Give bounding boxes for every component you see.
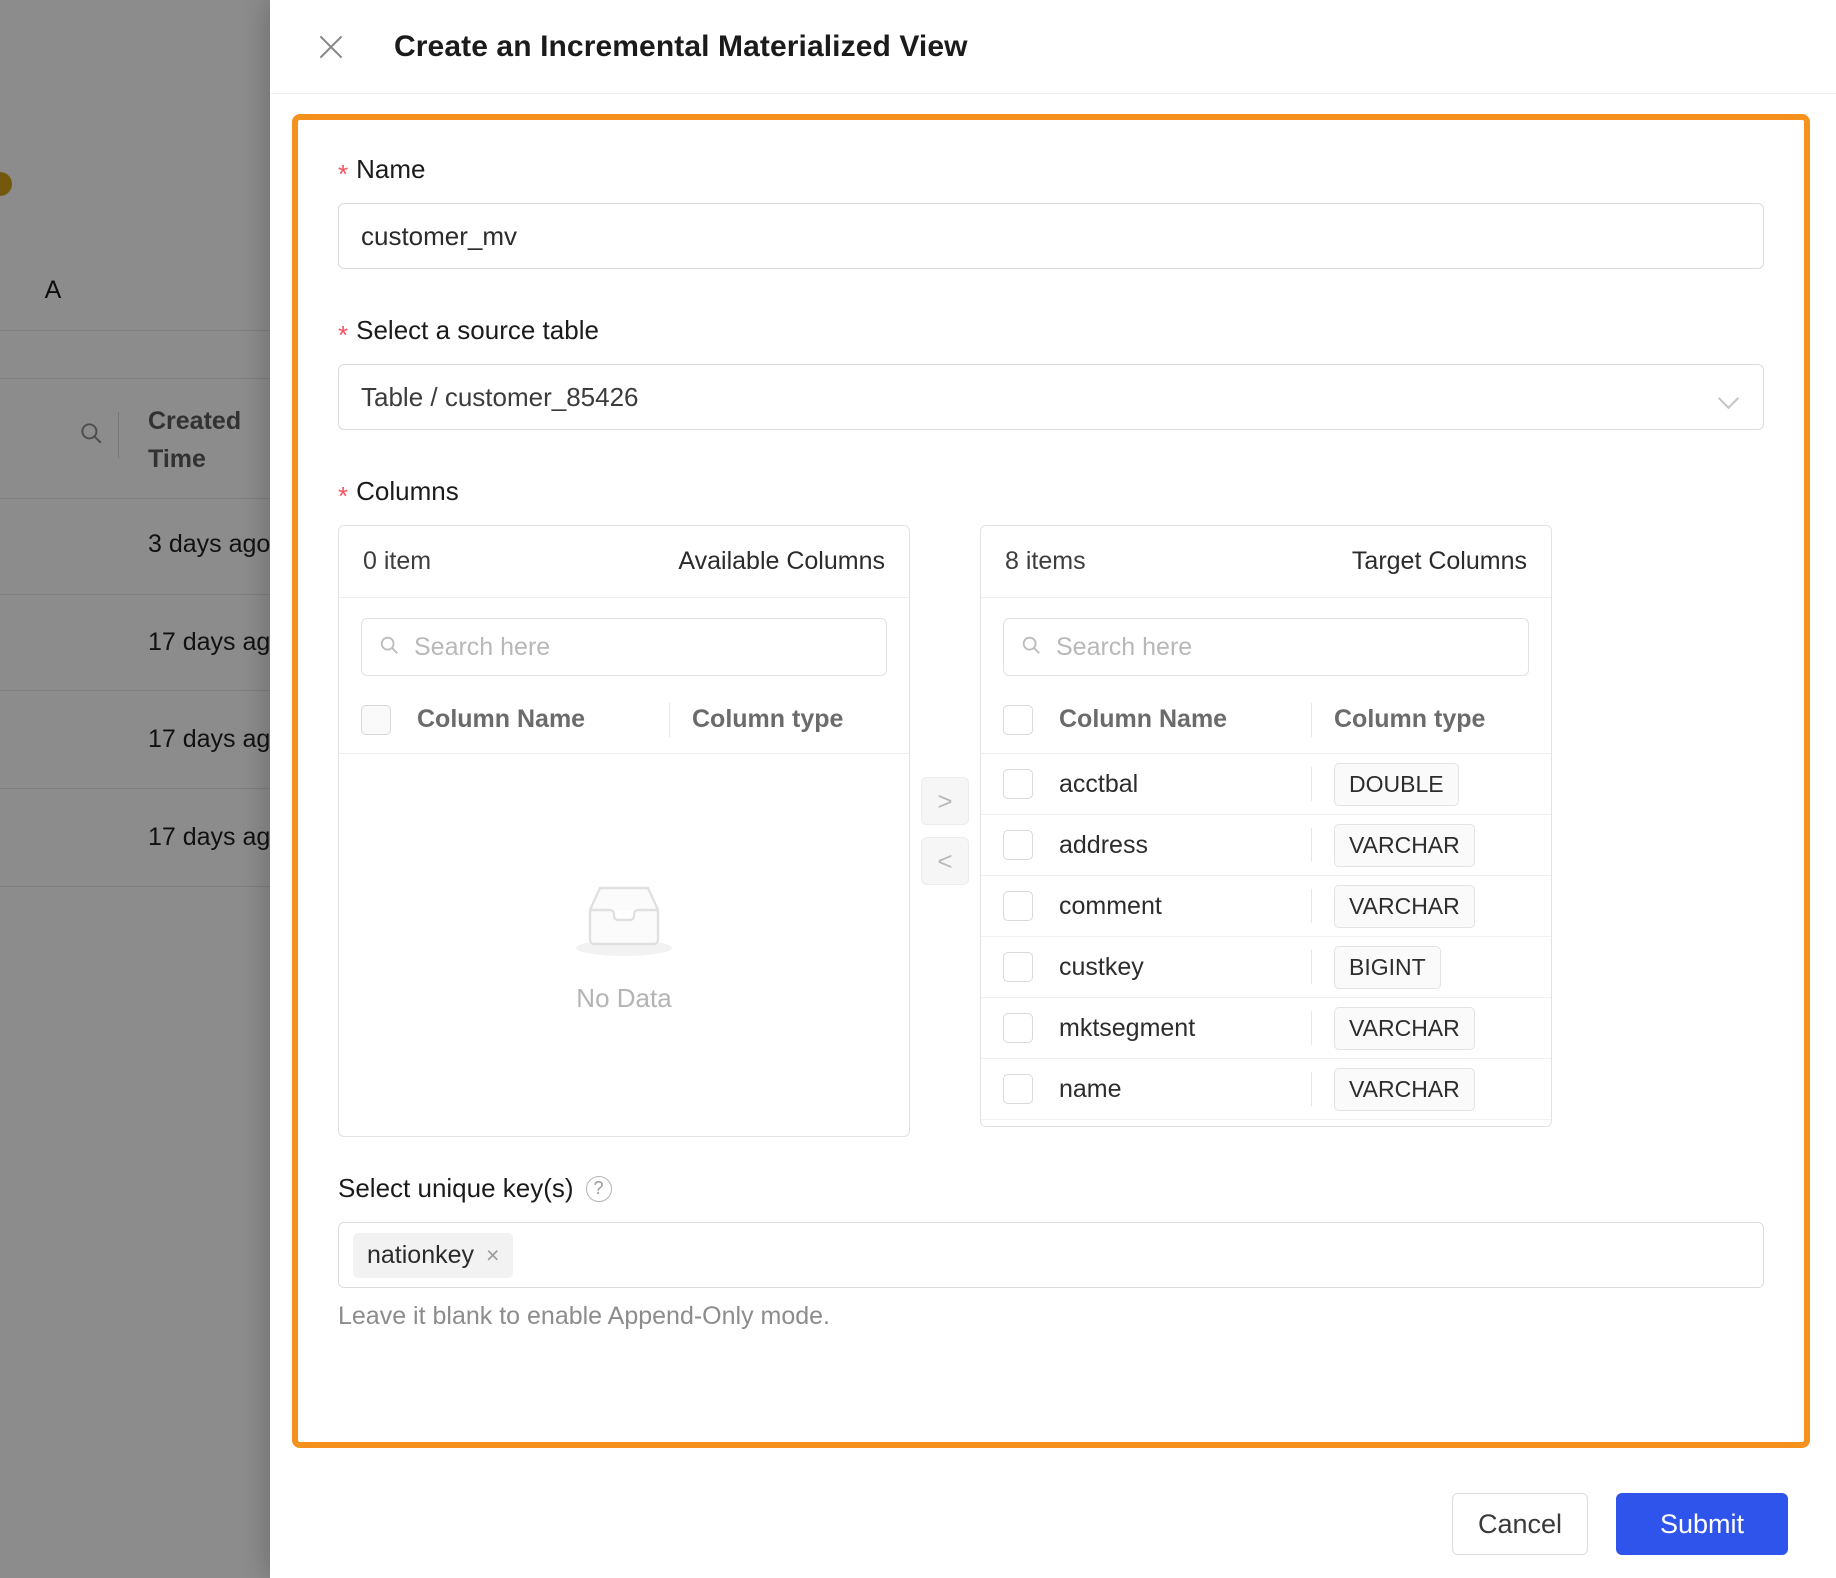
unique-keys-input[interactable]: nationkey × xyxy=(338,1222,1764,1288)
table-row[interactable]: custkey BIGINT xyxy=(981,937,1551,998)
target-columns-panel: 8 items Target Columns Search here Colum… xyxy=(980,525,1552,1127)
chevron-right-icon: > xyxy=(937,786,953,816)
column-name-cell: acctbal xyxy=(1059,769,1139,798)
available-count: 0 item xyxy=(363,547,432,575)
cancel-button[interactable]: Cancel xyxy=(1452,1493,1588,1555)
table-row[interactable]: acctbal DOUBLE xyxy=(981,754,1551,815)
required-asterisk: * xyxy=(338,159,349,189)
column-type-badge: BIGINT xyxy=(1334,945,1441,989)
search-icon xyxy=(378,634,400,661)
column-type-badge: VARCHAR xyxy=(1334,1067,1475,1111)
source-table-value: Table / customer_85426 xyxy=(361,381,639,412)
target-count: 8 items xyxy=(1005,547,1086,575)
available-search-input[interactable]: Search here xyxy=(361,618,887,676)
unique-keys-hint: Leave it blank to enable Append-Only mod… xyxy=(338,1302,831,1330)
unique-keys-label-text: Select unique key(s) xyxy=(338,1173,574,1203)
row-checkbox[interactable] xyxy=(1003,1013,1033,1043)
target-search-input[interactable]: Search here xyxy=(1003,618,1529,676)
name-label: * Name xyxy=(338,154,1764,189)
create-materialized-view-drawer: Create an Incremental Materialized View … xyxy=(270,0,1836,1578)
column-type-badge: VARCHAR xyxy=(1334,823,1475,867)
drawer-body: * Name customer_mv * Select a source tab… xyxy=(270,94,1836,1470)
unique-keys-label: Select unique key(s) ? xyxy=(338,1173,1764,1204)
unique-key-tag-label: nationkey xyxy=(367,1240,475,1269)
available-columns-panel: 0 item Available Columns Search here Col… xyxy=(338,525,910,1137)
close-icon[interactable]: × xyxy=(486,1242,499,1269)
target-title: Target Columns xyxy=(1351,547,1527,575)
drawer-footer: Cancel Submit xyxy=(270,1470,1836,1578)
columns-label: * Columns xyxy=(338,476,1764,511)
column-name-cell: custkey xyxy=(1059,952,1144,981)
target-search-placeholder: Search here xyxy=(1056,632,1193,661)
source-table-label-text: Select a source table xyxy=(356,315,599,345)
available-columns-header: 0 item Available Columns xyxy=(339,526,909,598)
available-select-all-checkbox[interactable] xyxy=(361,704,391,735)
move-to-available-button[interactable]: < xyxy=(921,837,969,885)
chevron-left-icon: < xyxy=(937,846,953,876)
question-circle-icon[interactable]: ? xyxy=(585,1175,612,1202)
available-search-placeholder: Search here xyxy=(414,632,551,661)
name-label-text: Name xyxy=(356,154,426,184)
unique-key-tag: nationkey × xyxy=(353,1232,514,1278)
target-header-type: Column type xyxy=(1334,705,1486,733)
table-row[interactable]: comment VARCHAR xyxy=(981,876,1551,937)
column-type-badge: VARCHAR xyxy=(1334,1006,1475,1050)
source-table-label: * Select a source table xyxy=(338,315,1764,350)
target-header-name: Column Name xyxy=(1059,705,1228,733)
drawer-header: Create an Incremental Materialized View xyxy=(270,0,1836,94)
required-asterisk: * xyxy=(338,481,349,511)
column-name-cell: comment xyxy=(1059,891,1162,920)
search-icon xyxy=(1020,634,1042,661)
row-checkbox[interactable] xyxy=(1003,769,1033,799)
columns-transfer: 0 item Available Columns Search here Col… xyxy=(338,525,1764,1137)
column-type-badge: DOUBLE xyxy=(1334,762,1459,806)
row-checkbox[interactable] xyxy=(1003,1074,1033,1104)
row-checkbox[interactable] xyxy=(1003,891,1033,921)
target-table-header: Column Name Column type xyxy=(981,686,1551,754)
materialized-view-form: * Name customer_mv * Select a source tab… xyxy=(298,120,1804,1442)
submit-button[interactable]: Submit xyxy=(1616,1493,1788,1555)
name-input[interactable]: customer_mv xyxy=(338,203,1764,269)
available-table-header: Column Name Column type xyxy=(339,686,909,754)
table-row[interactable]: address VARCHAR xyxy=(981,815,1551,876)
transfer-buttons: > < xyxy=(910,525,980,1137)
empty-inbox-icon xyxy=(570,876,678,965)
source-table-select[interactable]: Table / customer_85426 xyxy=(338,364,1764,430)
column-name-cell: address xyxy=(1059,830,1148,859)
available-empty-state: No Data xyxy=(339,754,909,1136)
column-type-badge: VARCHAR xyxy=(1334,884,1475,928)
columns-label-text: Columns xyxy=(356,476,459,506)
close-icon[interactable] xyxy=(314,30,348,64)
chevron-down-icon xyxy=(1721,391,1741,403)
available-header-name: Column Name xyxy=(417,705,586,733)
name-input-value: customer_mv xyxy=(361,220,518,251)
focus-highlight-ring: * Name customer_mv * Select a source tab… xyxy=(292,114,1810,1448)
available-title: Available Columns xyxy=(678,547,885,575)
available-header-type: Column type xyxy=(692,705,844,733)
target-columns-list[interactable]: acctbal DOUBLE address VARCHAR comment VARCHA… xyxy=(981,754,1551,1126)
row-checkbox[interactable] xyxy=(1003,830,1033,860)
required-asterisk: * xyxy=(338,320,349,350)
move-to-target-button[interactable]: > xyxy=(921,777,969,825)
row-checkbox[interactable] xyxy=(1003,952,1033,982)
page-title: Create an Incremental Materialized View xyxy=(394,29,968,63)
table-row[interactable]: mktsegment VARCHAR xyxy=(981,998,1551,1059)
column-name-cell: mktsegment xyxy=(1059,1013,1196,1042)
target-select-all-checkbox[interactable] xyxy=(1003,704,1033,735)
no-data-text: No Data xyxy=(576,983,672,1013)
target-columns-header: 8 items Target Columns xyxy=(981,526,1551,598)
column-name-cell: name xyxy=(1059,1074,1122,1103)
table-row[interactable]: name VARCHAR xyxy=(981,1059,1551,1120)
